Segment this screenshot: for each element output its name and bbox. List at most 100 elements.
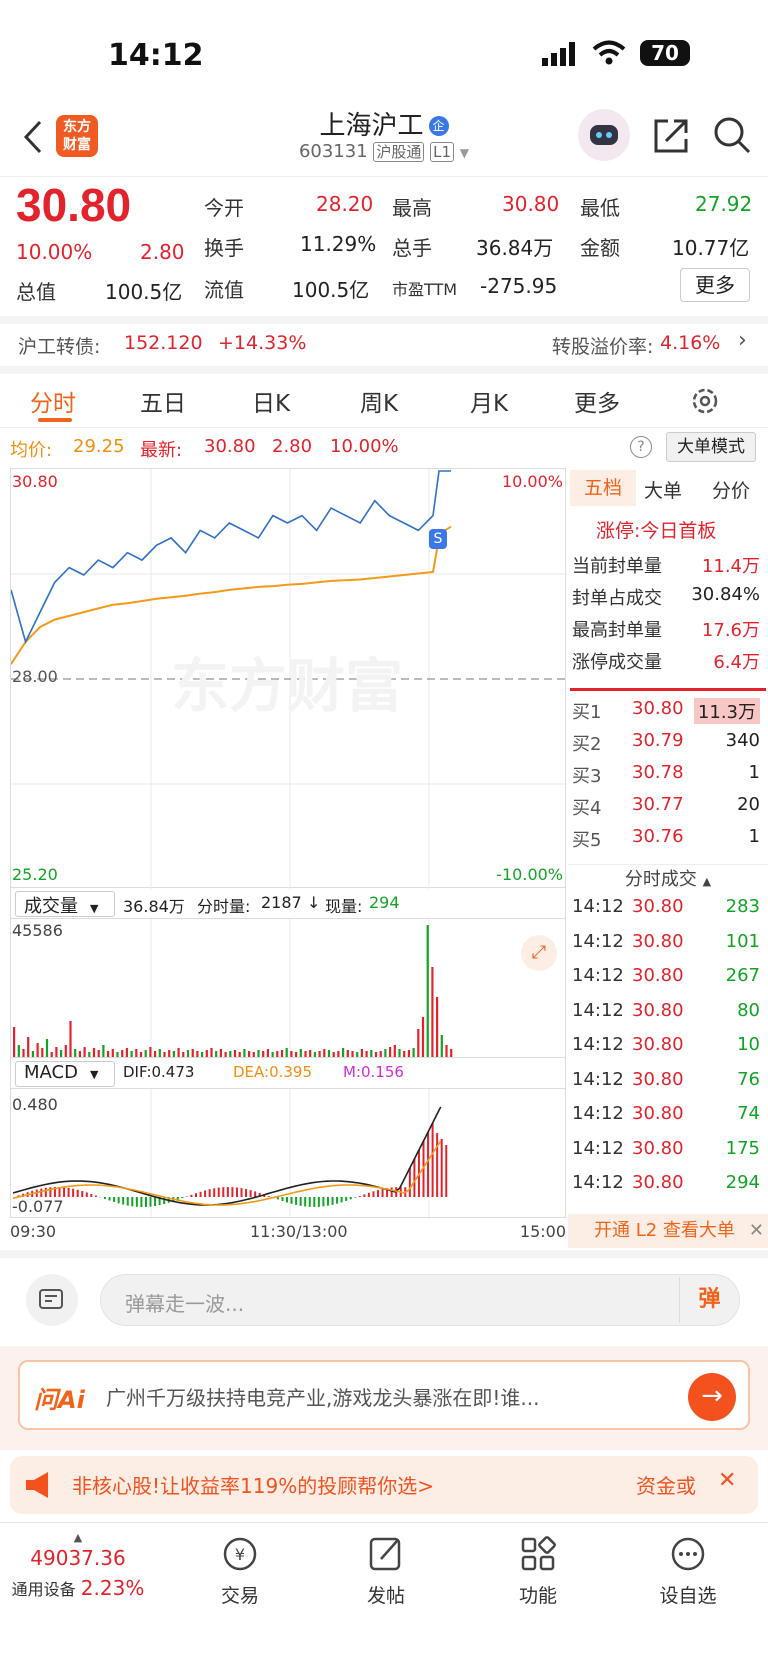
open-label: 今开 [204,196,244,220]
volume-bar [379,1051,382,1057]
macd-bar [336,1197,339,1204]
price-chart[interactable]: 东方财富 30.80 10.00% 28.00 25.20 -10.00% S [10,468,567,889]
tab-daily[interactable]: 日K [252,384,290,418]
price-min-label: 25.20 [12,865,58,884]
volume-select[interactable]: 成交量 ▼ [15,891,115,917]
nav-functions[interactable]: 功能 [498,1535,578,1608]
seal-stat-row: 最高封单量 17.6万 [572,616,764,648]
bid-label: 买4 [572,798,602,819]
premium-label: 转股溢价率: [552,336,654,358]
macd-bar [44,1187,47,1197]
seal-stat-label: 封单占成交 [572,588,662,609]
volume-bar [158,1049,161,1057]
search-icon[interactable] [712,115,752,159]
volume-bar [417,1029,420,1057]
nav-watchlist[interactable]: 设自选 [648,1535,728,1608]
help-icon[interactable]: ? [630,436,652,458]
settings-icon[interactable] [690,386,720,420]
bid-row[interactable]: 买3 30.78 1 [572,762,764,794]
volume-bar [445,1045,448,1057]
macd-bar [222,1187,225,1197]
bond-row[interactable]: 沪工转债: 152.120 +14.33% 转股溢价率: 4.16% › [0,324,768,366]
macd-bar [81,1191,84,1197]
danmu-settings-icon[interactable] [26,1274,78,1326]
more-button[interactable]: 更多 [680,268,750,302]
tab-more[interactable]: 更多 [574,384,620,418]
bid-row[interactable]: 买5 30.76 1 [572,826,764,858]
macd-bottom: -0.077 [12,1197,64,1216]
volume-bar [69,1021,72,1057]
tab-5day[interactable]: 五日 [140,384,186,418]
danmu-send-button[interactable]: 弹 [679,1277,739,1323]
trades-header[interactable]: 分时成交 ▲ [568,864,768,894]
macd-bar [195,1193,197,1197]
macd-bar [131,1197,134,1207]
index-widget[interactable]: ▲ 49037.36 通用设备 2.23% [0,1531,156,1600]
tab-weekly[interactable]: 周K [360,384,398,418]
macd-bar [117,1197,120,1204]
macd-bar [154,1197,157,1206]
avg-row: 均价: 29.25 最新: 30.80 2.80 10.00% ? 大单模式 [0,432,768,466]
sell-marker[interactable]: S [429,529,447,549]
status-bar: 14:12 70 [0,0,768,110]
volume-bar [365,1051,368,1057]
enterprise-badge: 企 [428,116,449,136]
close-icon[interactable]: ✕ [749,1214,764,1248]
amount-label: 金额 [580,236,620,260]
macd-m: M:0.156 [343,1063,404,1081]
ad-text: 非核心股!让收益率119%的投顾帮你选> [72,1474,434,1498]
share-icon[interactable] [652,117,690,159]
macd-bar [340,1197,343,1203]
volume-bar [45,1039,49,1057]
time-mid: 11:30/13:00 [250,1222,348,1241]
volume-bar [346,1050,349,1057]
macd-chart[interactable]: 0.480 -0.077 [10,1088,566,1219]
signal-icon [542,42,582,66]
macd-bar [281,1197,284,1201]
tab-monthly[interactable]: 月K [470,384,508,418]
tab-big-orders[interactable]: 大单 [644,476,682,503]
bid-row[interactable]: 买4 30.77 20 [572,794,764,826]
volume-bar [304,1051,307,1057]
macd-bar [249,1190,252,1197]
nav-post-label: 发帖 [366,1585,405,1607]
ai-prompt-text: 广州千万级扶持电竞产业,游戏龙头暴涨在即!谁... [106,1386,540,1410]
volume-bar [299,1049,302,1057]
macd-select[interactable]: MACD ▼ [15,1061,115,1087]
volume-bar [412,1048,415,1057]
nav-trade[interactable]: ¥ 交易 [200,1535,280,1608]
danmu-input[interactable]: 弹幕走一波... 弹 [100,1274,740,1326]
big-order-mode-button[interactable]: 大单模式 [666,432,756,462]
tab-price-distribution[interactable]: 分价 [712,476,750,503]
volume-bar [116,1052,119,1057]
tab-five-levels[interactable]: 五档 [570,470,636,506]
bid-label: 买3 [572,766,602,787]
nav-post[interactable]: 发帖 [346,1535,426,1608]
l2-banner[interactable]: 开通 L2 查看大单 ✕ [568,1214,768,1248]
total-value-label: 总值 [16,280,56,304]
pe-label: 市盈TTM [392,280,458,299]
bid-row[interactable]: 买2 30.79 340 [572,730,764,762]
close-icon[interactable]: ✕ [718,1468,736,1493]
robot-avatar[interactable] [578,109,630,161]
expand-icon[interactable]: ⤢ [521,935,557,971]
caret-up-icon: ▲ [73,1531,83,1544]
divider [0,1250,768,1258]
premium-value: 4.16% [660,332,721,354]
volume-bar [139,1052,143,1057]
ai-input[interactable]: 问Ai 广州千万级扶持电竞产业,游戏龙头暴涨在即!谁... → [18,1360,750,1430]
volume-bar [440,1035,443,1057]
ad-banner[interactable]: 非核心股!让收益率119%的投顾帮你选> 资金或 ✕ [10,1456,758,1514]
macd-bar [317,1197,320,1207]
macd-bar [213,1188,216,1197]
macd-bar [313,1197,316,1207]
volume-chart[interactable]: 45586 ⤢ [10,918,566,1059]
macd-bar [349,1197,352,1200]
trade-time: 14:12 [572,999,624,1021]
tab-intraday[interactable]: 分时 [30,384,76,418]
macd-dif: DIF:0.473 [123,1063,195,1081]
macd-bar [63,1187,66,1197]
arrow-right-icon[interactable]: → [688,1373,736,1421]
volume-bar [360,1049,363,1057]
bid-row[interactable]: 买1 30.80 11.3万 [572,698,764,730]
